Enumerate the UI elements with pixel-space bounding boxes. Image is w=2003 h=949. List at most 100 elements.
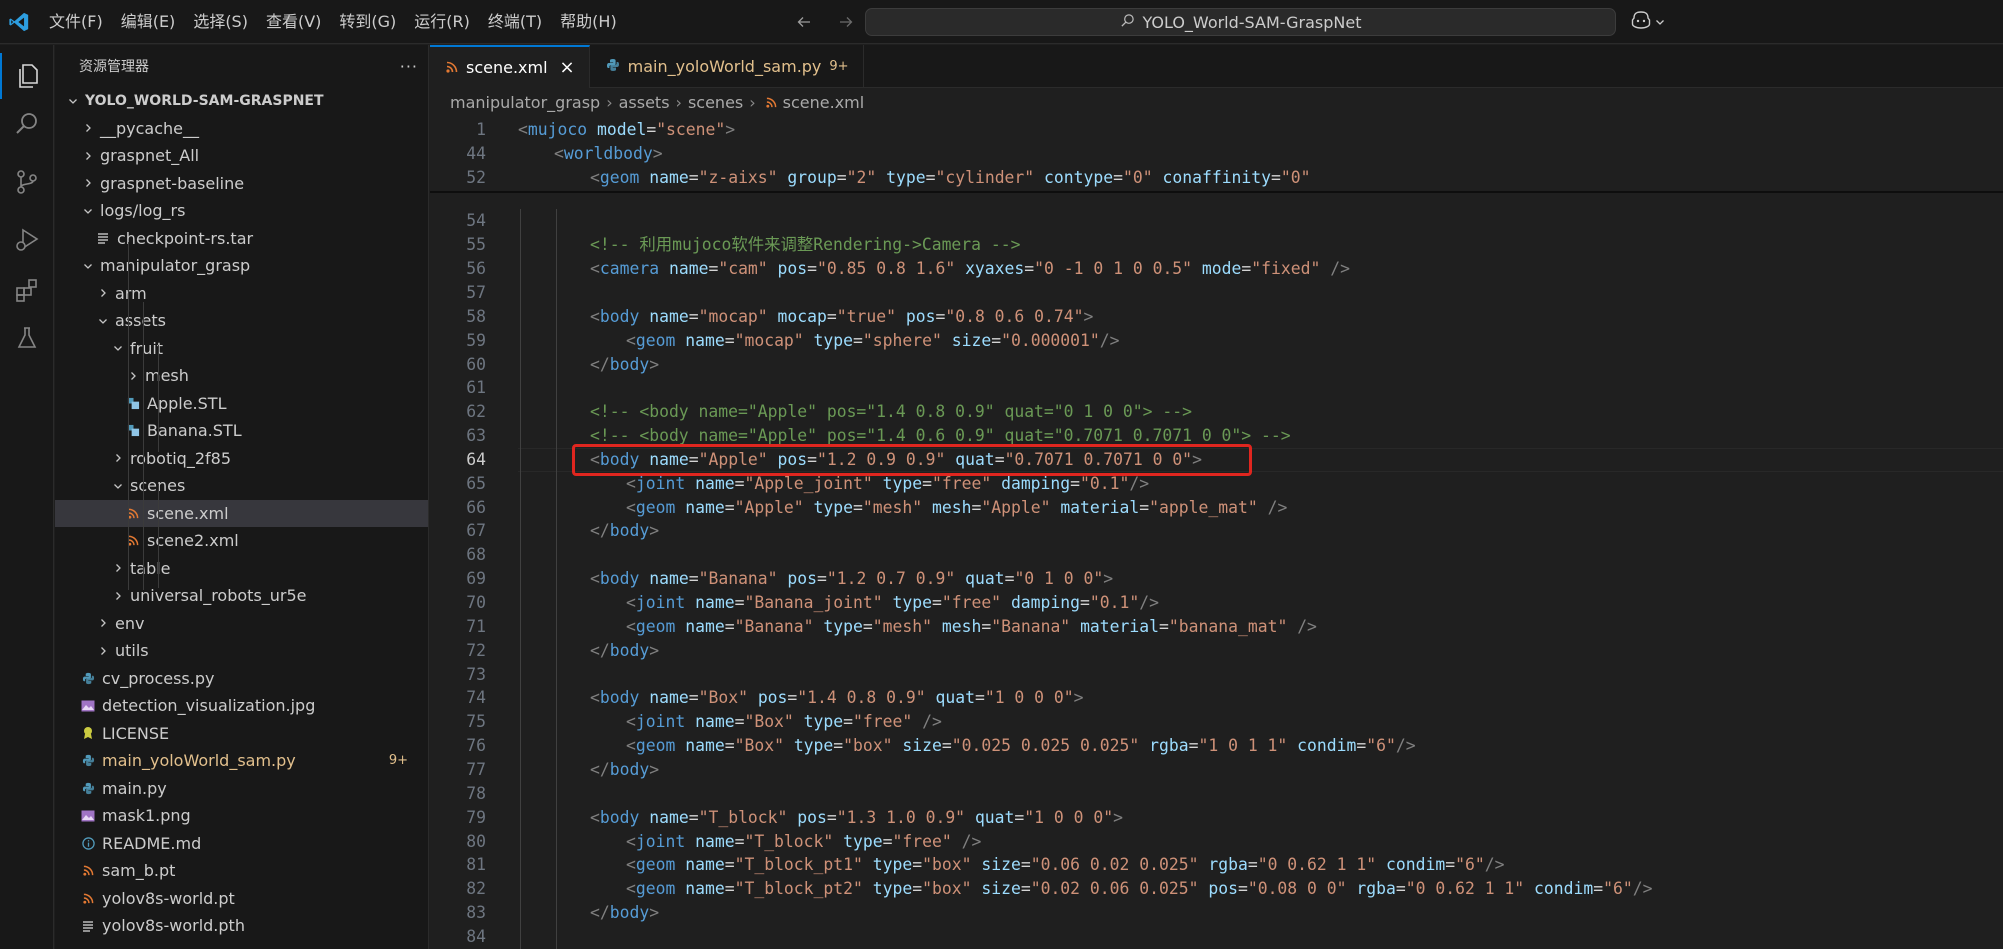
tree-file[interactable]: yolov8s-world.pth xyxy=(55,912,428,940)
token-sp xyxy=(942,331,952,350)
token-eq: = xyxy=(882,831,893,851)
tree-folder[interactable]: manipulator_grasp xyxy=(55,252,428,280)
tree-file[interactable]: main_yoloWorld_sam.py 9+ xyxy=(55,747,428,775)
tab-main-yoloworld-sam-py[interactable]: main_yoloWorld_sam.py 9+ xyxy=(590,45,864,88)
tab-scene-xml[interactable]: scene.xml × xyxy=(430,45,590,88)
tree-file[interactable]: Apple.STL xyxy=(55,390,428,418)
command-center-search[interactable]: YOLO_World-SAM-GraspNet xyxy=(865,8,1616,36)
token-val: "0 1 0 0" xyxy=(1014,569,1104,589)
tree-item-label: scene2.xml xyxy=(147,531,239,551)
tree-file[interactable]: Banana.STL xyxy=(55,417,428,445)
token-br: < xyxy=(626,879,636,899)
tree-folder[interactable]: graspnet-baseline xyxy=(55,170,428,198)
token-tag: body xyxy=(609,521,650,541)
token-tag: body xyxy=(609,903,650,923)
tree-folder[interactable]: scenes xyxy=(55,472,428,500)
tree-folder[interactable]: utils xyxy=(55,637,428,665)
token-val: "0.000001" xyxy=(1001,330,1100,350)
activity-bar xyxy=(0,45,54,949)
token-val: "0" xyxy=(1123,167,1153,187)
menu-item[interactable]: 终端(T) xyxy=(479,0,551,44)
code-line: 82 <geom name="T_block_pt2" type="box" si… xyxy=(430,877,2003,901)
token-attr: type xyxy=(886,167,926,187)
breadcrumb-item[interactable]: manipulator_grasp xyxy=(450,93,600,112)
tree-file[interactable]: detection_visualization.jpg xyxy=(55,692,428,720)
token-br: < xyxy=(626,831,636,851)
tree-folder[interactable]: mesh xyxy=(55,362,428,390)
tree-folder[interactable]: logs/log_rs xyxy=(55,197,428,225)
tree-folder[interactable]: __pycache__ xyxy=(55,115,428,143)
code-line: 84 xyxy=(430,925,2003,949)
tree-file[interactable]: LICENSE xyxy=(55,720,428,748)
menu-item[interactable]: 转到(G) xyxy=(330,0,405,44)
tree-file[interactable]: main.py xyxy=(55,775,428,803)
token-sp xyxy=(952,832,962,851)
copilot-menu[interactable] xyxy=(1630,10,1666,34)
source-control-icon[interactable] xyxy=(0,159,54,205)
tree-folder[interactable]: arm xyxy=(55,280,428,308)
tree-file[interactable]: checkpoint-rs.tar xyxy=(55,225,428,253)
close-icon[interactable]: × xyxy=(560,57,575,78)
menu-item[interactable]: 运行(R) xyxy=(405,0,479,44)
tree-folder[interactable]: universal_robots_ur5e xyxy=(55,582,428,610)
tree-folder[interactable]: fruit xyxy=(55,335,428,363)
testing-flask-icon[interactable] xyxy=(0,315,54,361)
token-tag: geom xyxy=(635,616,676,636)
back-arrow-icon[interactable] xyxy=(792,10,816,34)
tree-folder[interactable]: assets xyxy=(55,307,428,335)
code-editor[interactable]: 54 55 <!-- 利用mujoco软件来调整Rendering->Camera … xyxy=(430,117,2003,949)
tree-folder[interactable]: graspnet_All xyxy=(55,142,428,170)
tree-file[interactable]: sam_b.pt xyxy=(55,857,428,885)
code-line: 61 xyxy=(430,376,2003,400)
menu-item[interactable]: 查看(V) xyxy=(257,0,330,44)
token-val: "Box" xyxy=(744,712,794,732)
breadcrumb-item[interactable]: assets xyxy=(619,93,670,112)
extensions-icon[interactable] xyxy=(0,267,54,313)
token-sp xyxy=(863,879,873,898)
forward-arrow-icon[interactable] xyxy=(834,10,858,34)
search-view-icon[interactable] xyxy=(0,101,54,147)
tree-file[interactable]: README.md xyxy=(55,830,428,858)
token-sp xyxy=(587,120,597,139)
menu-item[interactable]: 编辑(E) xyxy=(112,0,185,44)
token-attr: name xyxy=(695,473,735,493)
token-br: /> xyxy=(961,831,982,851)
code-line: 79 <body name="T_block" pos="1.3 1.0 0.9"… xyxy=(430,806,2003,830)
menu-item[interactable]: 帮助(H) xyxy=(551,0,626,44)
tree-file[interactable]: scene.xml xyxy=(55,499,428,527)
tree-item-label: table xyxy=(130,558,171,578)
token-br: < xyxy=(590,807,600,827)
tree-folder[interactable]: YOLO_WORLD-SAM-GRASPNET xyxy=(55,87,428,115)
chevron-right-icon: › xyxy=(749,93,756,112)
tree-file[interactable]: mask1.png xyxy=(55,802,428,830)
token-attr: pos xyxy=(777,259,808,279)
token-eq: = xyxy=(724,736,735,756)
menu-item[interactable]: 文件(F) xyxy=(40,0,112,44)
token-val: "T_block" xyxy=(744,831,834,851)
explorer-icon[interactable] xyxy=(0,53,54,99)
token-attr: mesh xyxy=(941,616,982,636)
token-sp xyxy=(912,712,922,731)
menu-item[interactable]: 选择(S) xyxy=(184,0,257,44)
token-eq: = xyxy=(1020,855,1031,875)
token-br: < xyxy=(626,473,636,493)
tree-folder[interactable]: table xyxy=(55,555,428,583)
token-eq: = xyxy=(836,167,847,187)
tree-file[interactable]: yolov8s-world.pt xyxy=(55,885,428,913)
code-line: 57 xyxy=(430,281,2003,305)
chevron-right-icon: › xyxy=(606,93,613,112)
token-attr: name xyxy=(695,831,735,851)
tree-folder[interactable]: robotiq_2f85 xyxy=(55,445,428,473)
tree-file[interactable]: scene2.xml xyxy=(55,527,428,555)
token-attr: condim xyxy=(1386,855,1446,875)
run-debug-icon[interactable] xyxy=(0,217,54,263)
token-attr: size xyxy=(981,855,1021,875)
line-number: 78 xyxy=(466,783,486,803)
more-actions-icon[interactable]: ··· xyxy=(400,57,418,76)
breadcrumb-item[interactable]: scene.xml xyxy=(783,93,865,112)
breadcrumb-item[interactable]: scenes xyxy=(688,93,743,112)
line-number: 82 xyxy=(466,879,486,899)
tree-file[interactable]: cv_process.py xyxy=(55,665,428,693)
rss-xml-icon xyxy=(766,93,777,112)
tree-folder[interactable]: env xyxy=(55,610,428,638)
